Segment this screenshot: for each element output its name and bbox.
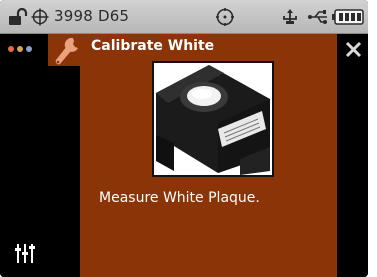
white-plaque-illustration xyxy=(154,63,272,175)
lock-icon xyxy=(9,8,28,25)
calibration-device-image xyxy=(152,61,274,177)
menu-dot xyxy=(26,46,32,52)
sliders-icon[interactable] xyxy=(14,242,36,264)
gauge-icon xyxy=(216,8,234,26)
right-sidebar xyxy=(337,34,368,277)
status-bar: 3998 D65 xyxy=(0,0,368,34)
panel-left-strip xyxy=(48,66,80,277)
instruction-message: Measure White Plaque. xyxy=(99,190,260,206)
device-screen: 3998 D65 Calibrate White Measure White P… xyxy=(0,0,368,277)
target-icon xyxy=(31,8,49,26)
menu-dot xyxy=(17,46,23,52)
menu-dot xyxy=(8,46,14,52)
page-title: Calibrate White xyxy=(91,38,215,54)
usb-cable-icon xyxy=(308,10,327,24)
usb-icon xyxy=(283,9,297,24)
wrench-icon xyxy=(55,37,78,65)
reference-label: 3998 D65 xyxy=(54,7,130,25)
close-icon[interactable] xyxy=(345,41,362,58)
battery-icon xyxy=(332,9,364,25)
dots-menu-icon[interactable] xyxy=(8,46,32,52)
left-sidebar xyxy=(0,34,48,277)
